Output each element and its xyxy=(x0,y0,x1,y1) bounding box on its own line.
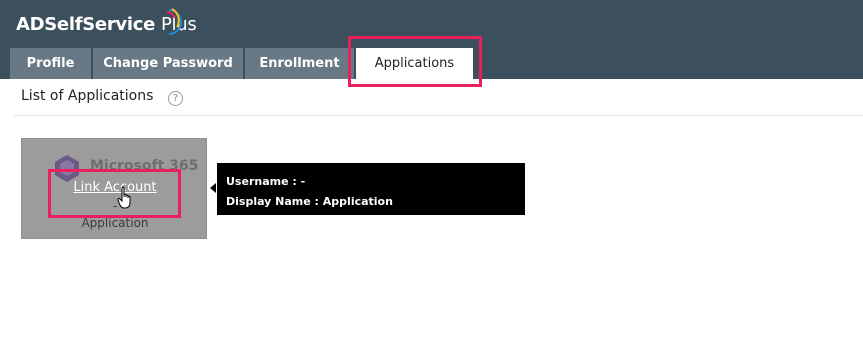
app-header: ADSelfService Plus Profile Change Passwo… xyxy=(0,0,863,79)
microsoft-365-icon xyxy=(55,155,79,182)
tab-enrollment[interactable]: Enrollment xyxy=(245,48,354,79)
tab-label: Applications xyxy=(374,56,455,71)
tab-change-password[interactable]: Change Password xyxy=(93,48,243,79)
application-card[interactable]: Microsoft 365 Link Account - Application xyxy=(21,138,207,239)
tab-label: Change Password xyxy=(103,56,233,71)
account-tooltip: Username : - Display Name : Application xyxy=(217,163,525,215)
page-title: List of Applications xyxy=(21,88,154,104)
tooltip-display-name: Display Name : Application xyxy=(226,195,393,208)
tab-label: Enrollment xyxy=(259,56,340,71)
tooltip-arrow xyxy=(210,183,216,193)
hand-pointer-icon xyxy=(117,186,131,209)
app-name: Application xyxy=(81,216,149,230)
logo-text: ADSelfService xyxy=(16,14,155,35)
tab-profile[interactable]: Profile xyxy=(10,48,91,79)
help-icon[interactable]: ? xyxy=(168,91,183,106)
divider xyxy=(14,115,863,116)
logo-arc-icon xyxy=(166,8,182,35)
tab-label: Profile xyxy=(26,56,75,71)
link-account-link[interactable]: Link Account xyxy=(22,180,208,195)
app-brand: Microsoft 365 xyxy=(90,158,199,174)
tab-applications[interactable]: Applications xyxy=(356,48,473,79)
app-username: - xyxy=(112,199,118,213)
tooltip-username: Username : - xyxy=(226,175,306,188)
